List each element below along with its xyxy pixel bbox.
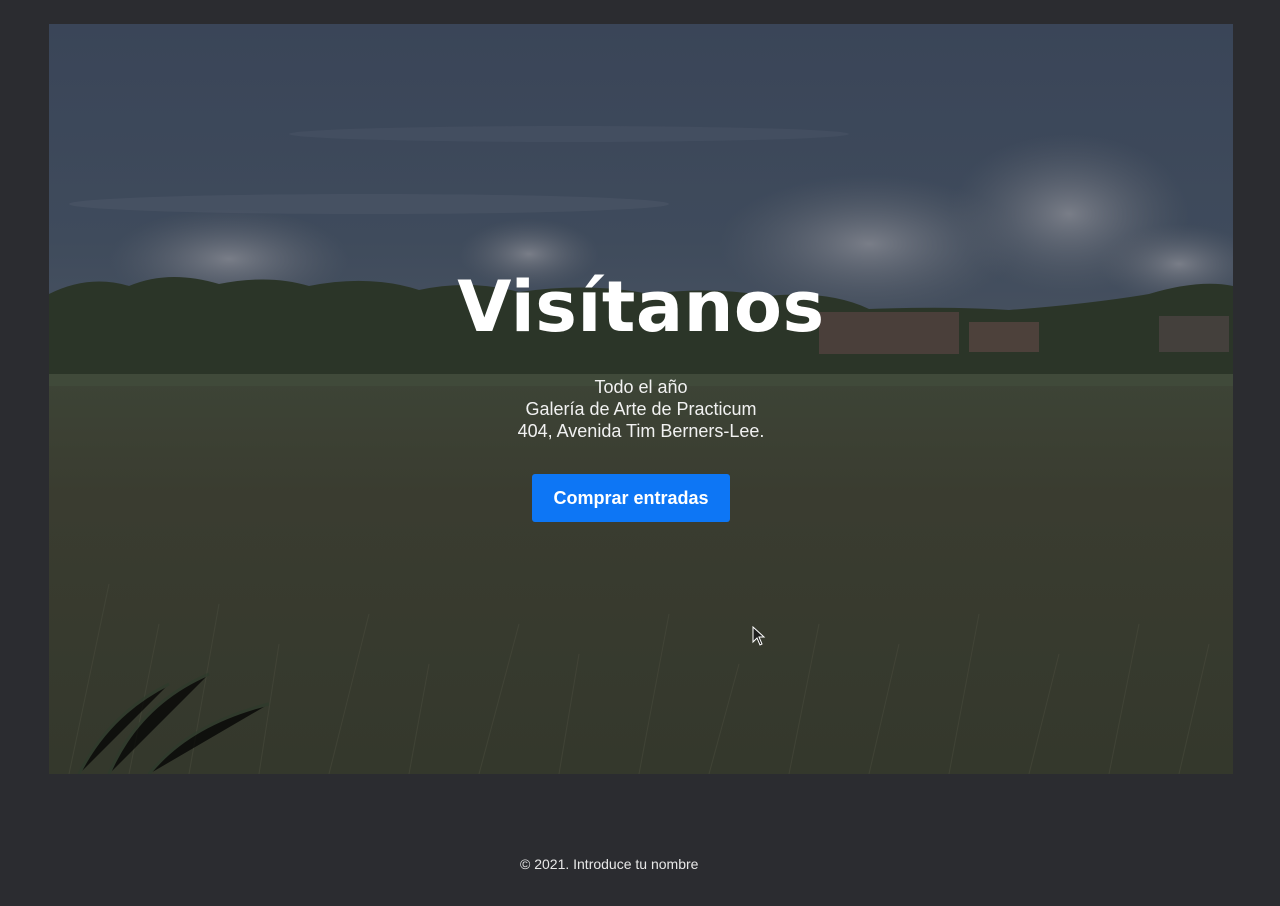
hero-section: Visítanos Todo el año Galería de Arte de… xyxy=(49,24,1233,774)
event-address: 404, Avenida Tim Berners-Lee. xyxy=(517,421,765,441)
event-schedule: Todo el año xyxy=(594,377,688,397)
page-title: Visítanos xyxy=(457,266,825,348)
footer: © 2021. Introduce tu nombre xyxy=(0,854,1280,874)
event-details: Todo el año Galería de Arte de Practicum… xyxy=(49,376,1233,442)
copyright-text: © 2021. Introduce tu nombre xyxy=(520,856,699,872)
buy-tickets-button[interactable]: Comprar entradas xyxy=(532,474,730,522)
mouse-pointer-icon xyxy=(752,626,766,646)
page: Visítanos Todo el año Galería de Arte de… xyxy=(0,0,1280,906)
event-venue: Galería de Arte de Practicum xyxy=(525,399,757,419)
